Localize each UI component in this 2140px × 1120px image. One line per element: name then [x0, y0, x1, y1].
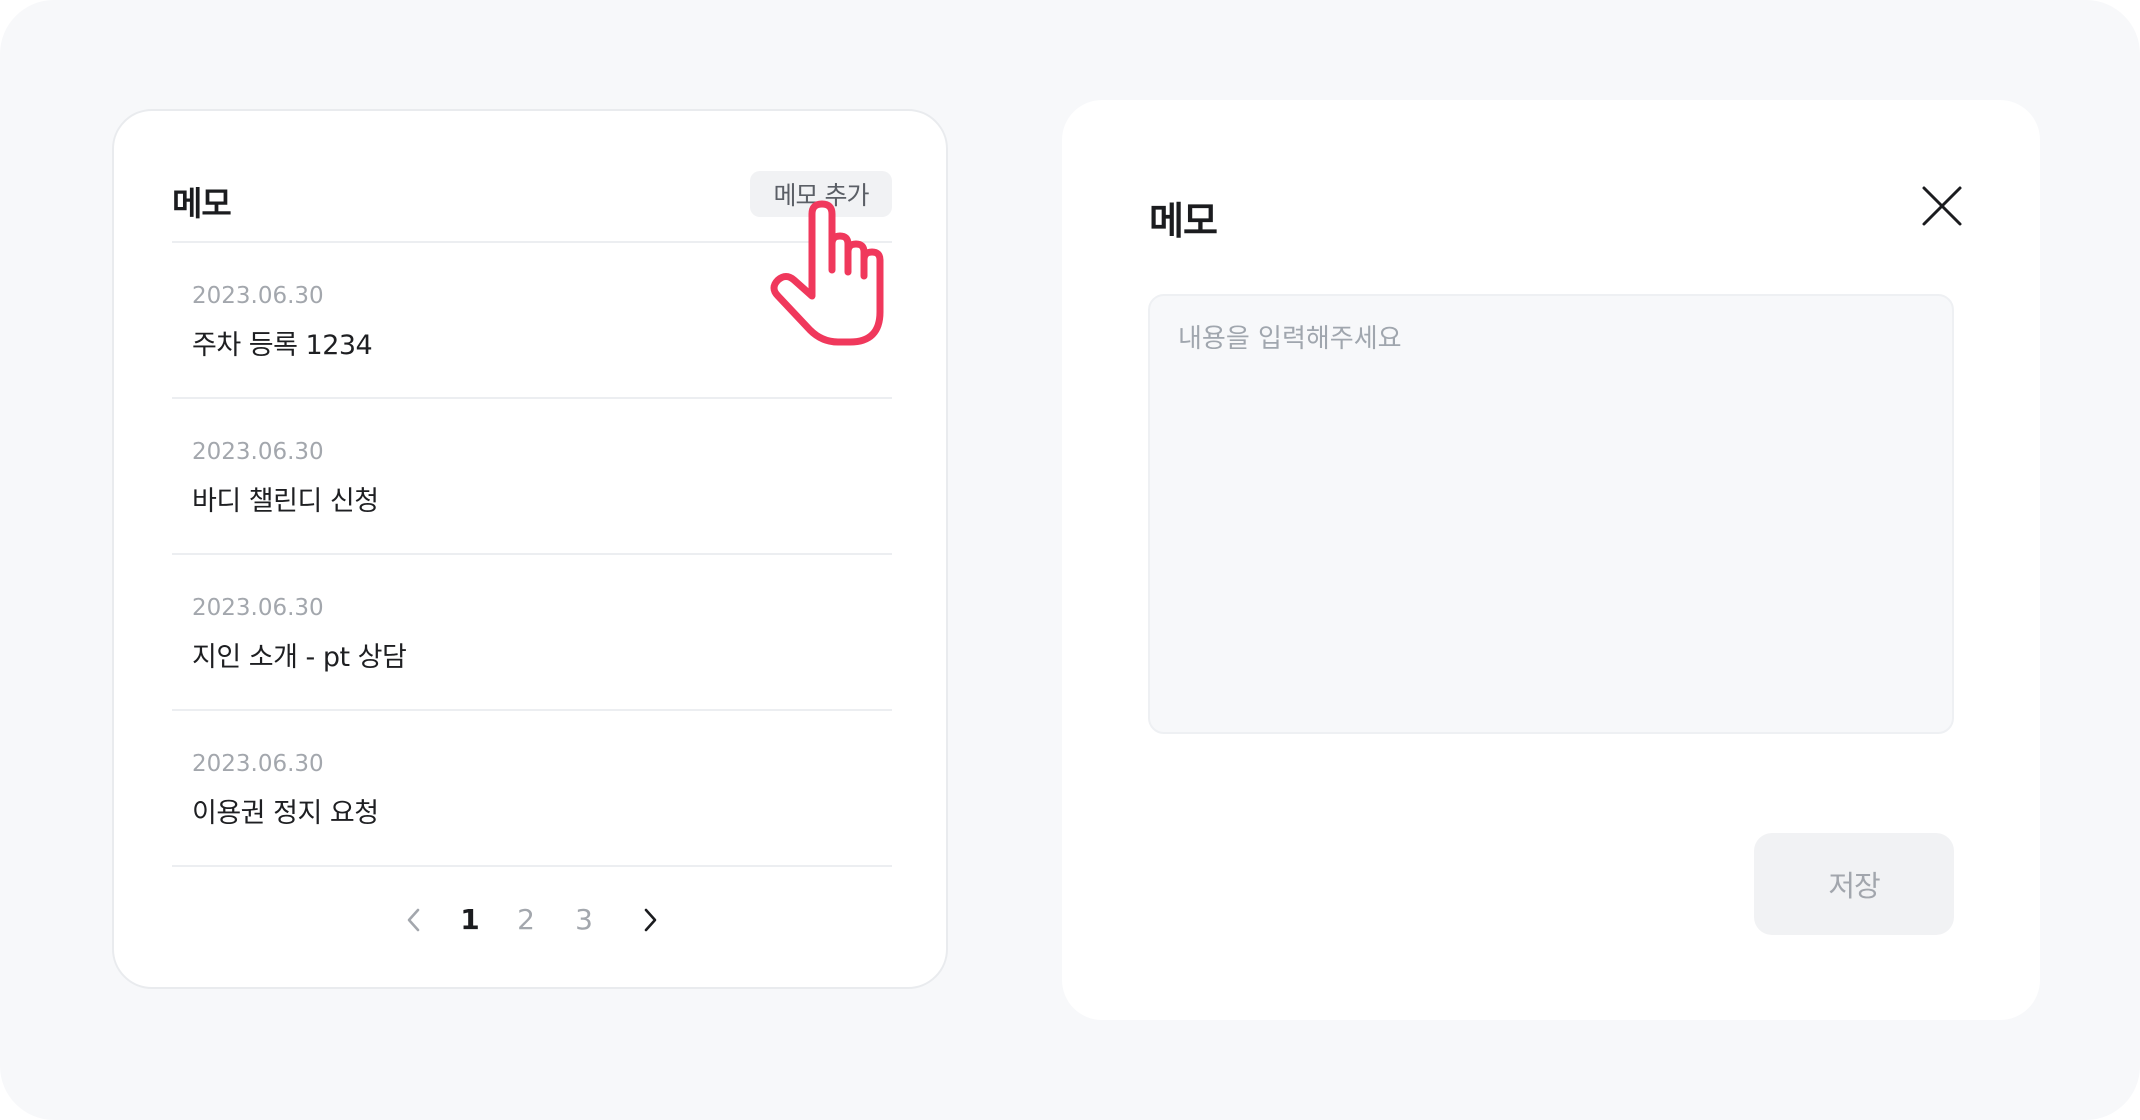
pagination: 1 2 3	[114, 895, 946, 945]
close-icon	[1922, 186, 1962, 226]
memo-content-input[interactable]	[1148, 294, 1954, 734]
memo-date: 2023.06.30	[192, 751, 324, 777]
memo-date: 2023.06.30	[192, 439, 324, 465]
memo-text: 주차 등록 1234	[192, 330, 373, 361]
pointer-hand-icon	[770, 200, 884, 346]
chevron-left-icon	[407, 908, 420, 932]
memo-text: 지인 소개 - pt 상담	[192, 642, 407, 673]
memo-date: 2023.06.30	[192, 283, 324, 309]
next-page-button[interactable]	[630, 895, 670, 945]
memo-list-item[interactable]: 2023.06.30 이용권 정지 요청	[172, 711, 892, 867]
memo-editor-card: 메모 저장	[1062, 100, 2040, 1020]
chevron-right-icon	[644, 908, 657, 932]
memo-list-item[interactable]: 2023.06.30 지인 소개 - pt 상담	[172, 555, 892, 711]
prev-page-button[interactable]	[394, 895, 434, 945]
close-button[interactable]	[1916, 180, 1968, 232]
memo-list-item[interactable]: 2023.06.30 바디 챌린디 신청	[172, 399, 892, 555]
memo-list-title: 메모	[172, 184, 232, 223]
page-3-button[interactable]: 3	[564, 895, 604, 945]
page-canvas: 메모 메모 추가 2023.06.30 주차 등록 1234 2023.06.3…	[0, 0, 2140, 1120]
page-1-button[interactable]: 1	[450, 895, 490, 945]
memo-editor-title: 메모	[1149, 199, 1218, 243]
memo-date: 2023.06.30	[192, 595, 324, 621]
memo-text: 이용권 정지 요청	[192, 798, 379, 829]
save-button[interactable]: 저장	[1754, 833, 1954, 935]
memo-text: 바디 챌린디 신청	[192, 486, 379, 517]
page-2-button[interactable]: 2	[506, 895, 546, 945]
